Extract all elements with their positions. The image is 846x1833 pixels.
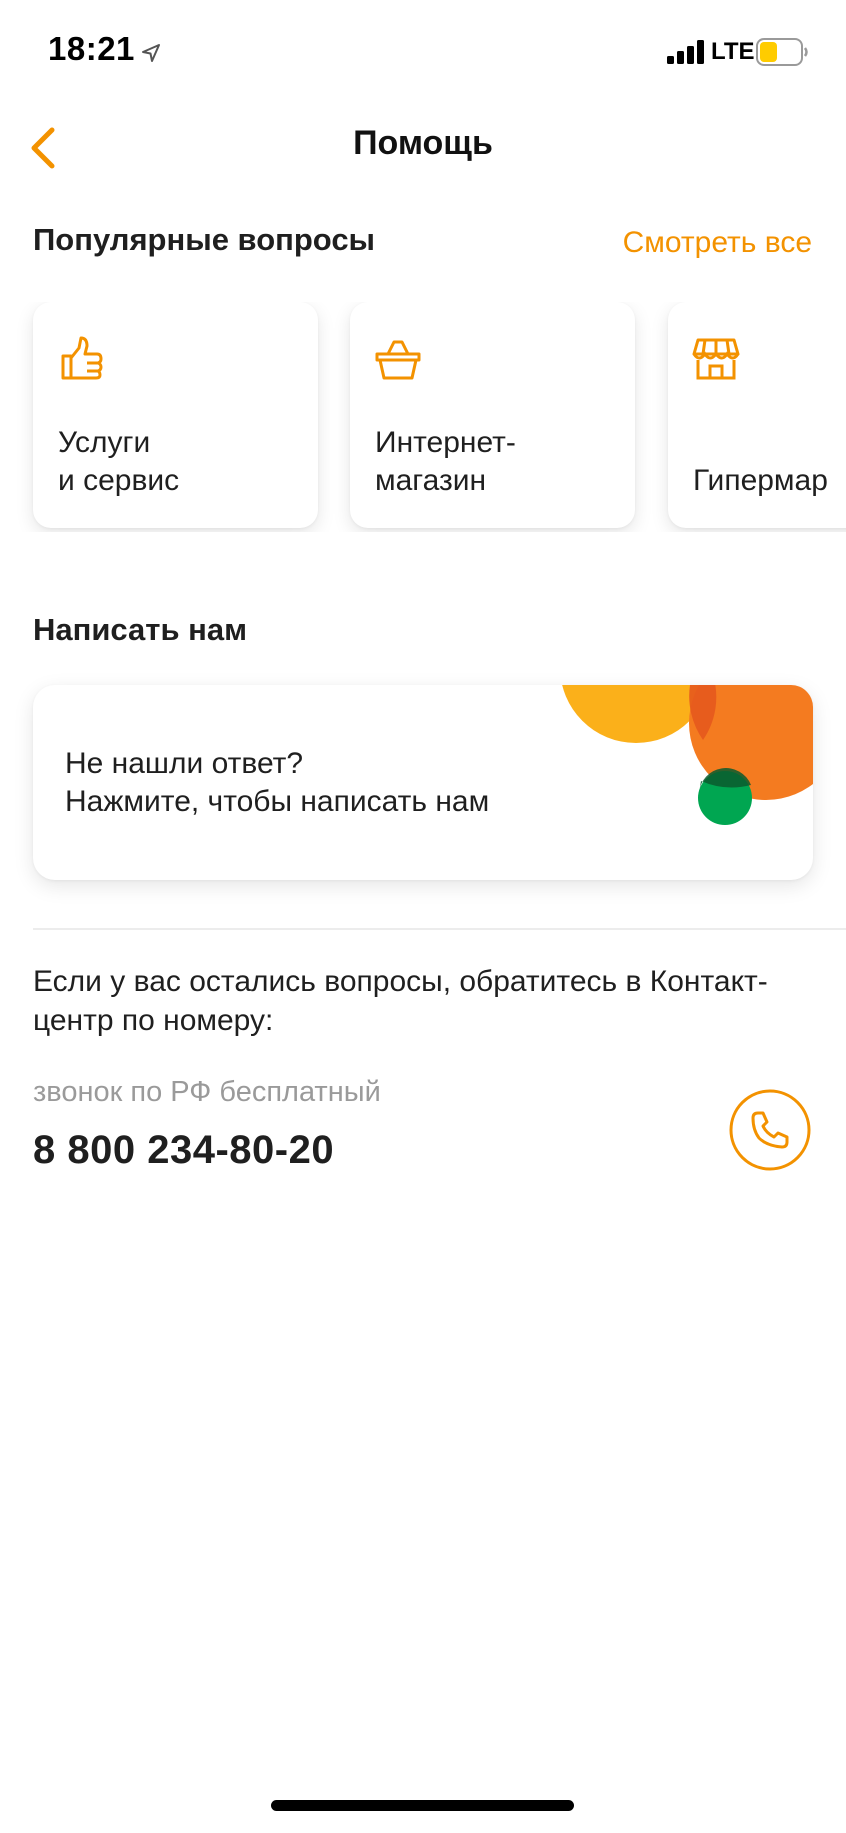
network-type: LTE bbox=[711, 38, 755, 65]
call-note: звонок по РФ бесплатный bbox=[33, 1076, 381, 1108]
call-button[interactable] bbox=[729, 1089, 811, 1171]
home-indicator[interactable] bbox=[271, 1800, 574, 1811]
status-bar: 18:21 LTE bbox=[0, 0, 846, 100]
card-label: Услуги и сервис bbox=[58, 426, 180, 497]
nav-bar: Помощь bbox=[0, 110, 846, 180]
phone-number[interactable]: 8 800 234-80-20 bbox=[33, 1128, 334, 1173]
store-icon bbox=[692, 338, 740, 380]
divider bbox=[33, 928, 846, 930]
thumbs-up-icon bbox=[61, 336, 103, 380]
popular-cards-carousel[interactable]: Услуги и сервис Интернет- магазин Гиперм… bbox=[0, 302, 846, 532]
location-arrow-icon bbox=[142, 44, 160, 62]
battery-icon bbox=[756, 38, 808, 66]
page-title: Помощь bbox=[353, 124, 493, 162]
contact-text: Если у вас остались вопросы, обратитесь … bbox=[33, 965, 768, 1037]
status-time: 18:21 bbox=[48, 30, 135, 67]
popular-questions-title: Популярные вопросы bbox=[33, 222, 376, 257]
write-us-title: Написать нам bbox=[33, 612, 248, 647]
card-services[interactable]: Услуги и сервис bbox=[33, 302, 318, 528]
write-us-text: Не нашли ответ? Нажмите, чтобы написать … bbox=[65, 745, 489, 821]
decorative-circles bbox=[562, 685, 813, 825]
write-us-line1: Не нашли ответ? bbox=[65, 747, 304, 780]
card-online-store[interactable]: Интернет- магазин bbox=[350, 302, 635, 528]
phone-icon bbox=[729, 1089, 811, 1171]
write-us-card[interactable]: Не нашли ответ? Нажмите, чтобы написать … bbox=[33, 685, 813, 880]
see-all-link[interactable]: Смотреть все bbox=[623, 226, 812, 260]
card-hypermarket[interactable]: Гипермар bbox=[668, 302, 846, 528]
card-label: Гипермар bbox=[693, 464, 828, 497]
signal-bars-icon bbox=[667, 40, 704, 64]
write-us-line2: Нажмите, чтобы написать нам bbox=[65, 785, 490, 818]
card-label: Интернет- магазин bbox=[375, 426, 516, 497]
basket-icon bbox=[375, 340, 421, 380]
